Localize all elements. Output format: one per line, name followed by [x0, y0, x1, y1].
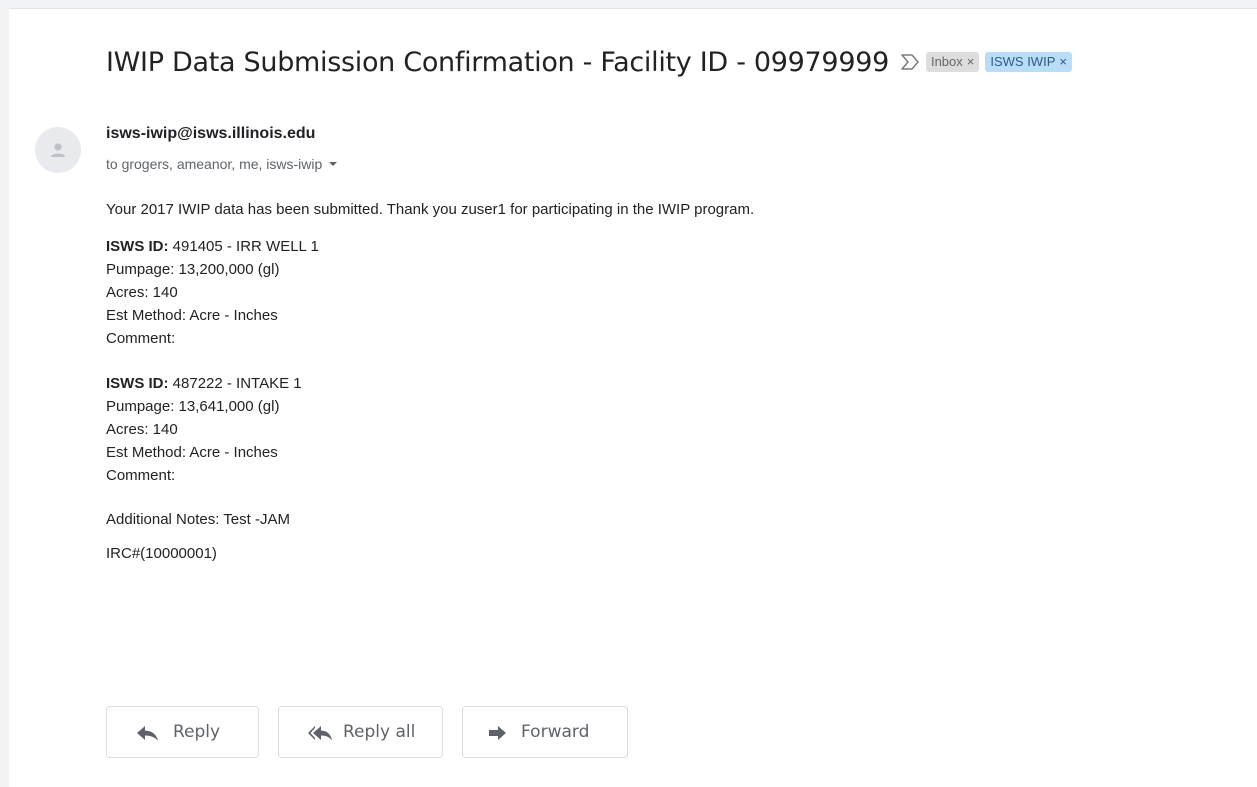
additional-notes: Additional Notes: Test -JAM	[106, 511, 290, 528]
reply-arrow-icon	[137, 726, 158, 741]
reply-button-label: Reply	[173, 722, 221, 742]
record-pumpage: Pumpage: 13,200,000 (gl)	[106, 261, 280, 278]
recipients-text: to grogers, ameanor, me, isws-iwip	[106, 156, 323, 172]
person-icon	[51, 143, 65, 157]
reply-all-button[interactable]: Reply all	[278, 706, 443, 758]
reply-button[interactable]: Reply	[106, 706, 259, 758]
record-id-value: 491405 - IRR WELL 1	[172, 238, 319, 255]
label-chip-isws-iwip[interactable]: ISWS IWIP ×	[985, 52, 1072, 72]
record-comment: Comment:	[106, 467, 176, 484]
caret-down-icon[interactable]	[328, 161, 338, 167]
remove-label-isws-iwip-icon[interactable]: ×	[1059, 52, 1067, 72]
action-buttons: Reply Reply all Forward	[106, 706, 628, 758]
label-inbox-text: Inbox	[930, 54, 963, 69]
record-id-label: ISWS ID:	[106, 375, 169, 392]
forward-arrow-icon	[489, 726, 506, 740]
record-acres: Acres: 140	[106, 284, 178, 301]
record-id-line: ISWS ID: 487222 - INTAKE 1	[106, 372, 1206, 395]
record-id-label: ISWS ID:	[106, 238, 169, 255]
window-frame-left	[0, 0, 9, 787]
reply-all-button-label: Reply all	[343, 722, 416, 742]
email-body: Your 2017 IWIP data has been submitted. …	[106, 199, 1206, 565]
record-method: Est Method: Acre - Inches	[106, 444, 278, 461]
record-method: Est Method: Acre - Inches	[106, 307, 278, 324]
irc-number: IRC#(10000001)	[106, 545, 217, 562]
record-id-value: 487222 - INTAKE 1	[172, 375, 302, 392]
label-isws-iwip-text: ISWS IWIP	[990, 54, 1056, 69]
frame-divider	[9, 8, 1257, 9]
intro-text: Your 2017 IWIP data has been submitted. …	[106, 201, 755, 218]
record-id-line: ISWS ID: 491405 - IRR WELL 1	[106, 235, 1206, 258]
forward-button[interactable]: Forward	[462, 706, 628, 758]
label-chip-inbox[interactable]: Inbox ×	[925, 52, 980, 72]
subject-row: IWIP Data Submission Confirmation - Faci…	[106, 40, 1072, 84]
important-marker-icon[interactable]	[900, 52, 920, 72]
record-item: ISWS ID: 487222 - INTAKE 1 Pumpage: 13,6…	[106, 372, 1206, 487]
sender-address[interactable]: isws-iwip@isws.illinois.edu	[106, 125, 315, 143]
record-item: ISWS ID: 491405 - IRR WELL 1 Pumpage: 13…	[106, 235, 1206, 350]
recipients-line: to grogers, ameanor, me, isws-iwip	[106, 156, 338, 172]
record-pumpage: Pumpage: 13,641,000 (gl)	[106, 398, 280, 415]
email-subject: IWIP Data Submission Confirmation - Faci…	[106, 46, 889, 78]
forward-button-label: Forward	[521, 722, 590, 742]
record-comment: Comment:	[106, 330, 176, 347]
sender-avatar[interactable]	[35, 127, 81, 173]
remove-label-inbox-icon[interactable]: ×	[967, 52, 975, 72]
reply-all-arrow-icon	[308, 726, 332, 741]
window-frame-top	[0, 0, 1257, 8]
record-acres: Acres: 140	[106, 421, 178, 438]
